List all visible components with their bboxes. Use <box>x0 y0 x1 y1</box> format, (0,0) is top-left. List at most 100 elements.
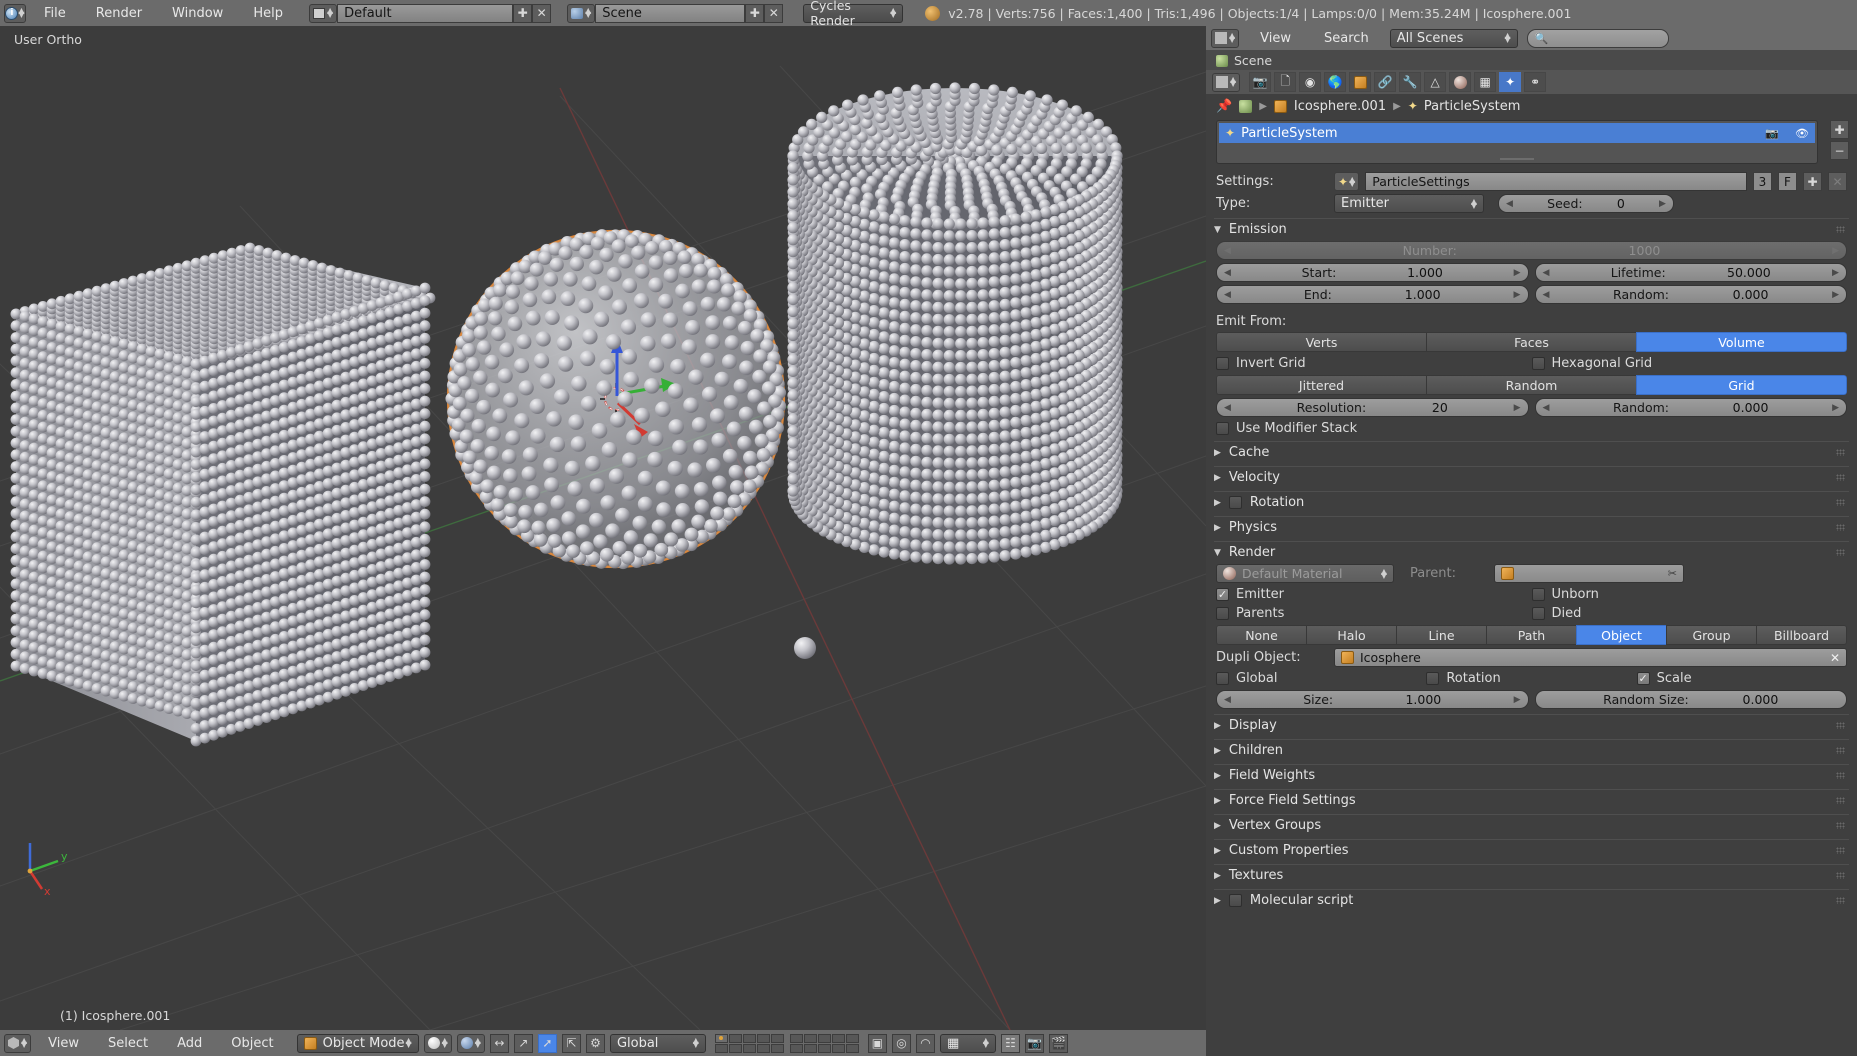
unlink-datablock-button[interactable]: ✕ <box>1828 172 1847 191</box>
eye-icon[interactable]: 👁 <box>1795 127 1809 140</box>
3d-viewport[interactable]: y x User Ortho (1) Icosphere.001 <box>0 26 1206 1030</box>
tab-physics[interactable]: ⚭ <box>1524 72 1547 92</box>
layer-cell[interactable] <box>714 1043 728 1053</box>
transform-orientation-select[interactable]: Global ▲ ▼ <box>609 1033 706 1053</box>
eyedropper-icon[interactable]: ✂ <box>1668 567 1677 580</box>
emission-random-field[interactable]: ◀ Random: 0.000 ▶ <box>1534 285 1847 304</box>
layer-cell[interactable] <box>770 1043 784 1053</box>
layer-cell[interactable] <box>756 1033 770 1043</box>
remove-particle-system-button[interactable]: − <box>1830 141 1849 160</box>
particle-system-list[interactable]: ✦ ParticleSystem 📷 👁 <box>1216 120 1818 164</box>
tab-world[interactable]: 🌎 <box>1324 72 1347 92</box>
layer-cell[interactable] <box>789 1033 803 1043</box>
layer-cell[interactable] <box>789 1043 803 1053</box>
menu-render[interactable]: Render <box>84 4 154 23</box>
proportional-edit-icon[interactable]: ◎ <box>891 1033 911 1053</box>
section-field-weights-header[interactable]: ▶ Field Weights <box>1214 764 1849 784</box>
layers-widget[interactable] <box>714 1033 859 1053</box>
layer-cell[interactable] <box>803 1043 817 1053</box>
layer-cell[interactable] <box>803 1033 817 1043</box>
tab-particles[interactable]: ✦ <box>1499 72 1522 92</box>
hexagonal-grid-option[interactable]: Hexagonal Grid <box>1531 356 1848 371</box>
layer-cell[interactable] <box>817 1043 831 1053</box>
unborn-option[interactable]: Unborn <box>1531 587 1848 602</box>
properties-icon[interactable]: ▲ ▼ <box>1212 72 1241 92</box>
outliner-tree[interactable]: Scene <box>1206 50 1857 72</box>
scale-manipulator-icon[interactable]: ⇱ <box>561 1033 581 1053</box>
use-modifier-stack-row[interactable]: Use Modifier Stack <box>1216 421 1847 436</box>
clapperboard-icon[interactable]: 🎬 <box>1048 1033 1068 1053</box>
camera-icon[interactable]: 📷 <box>1024 1033 1044 1053</box>
delete-scene-button[interactable]: ✕ <box>764 3 784 23</box>
use-modifier-stack-checkbox[interactable] <box>1216 422 1229 435</box>
tab-material[interactable] <box>1449 72 1472 92</box>
rotation-checkbox[interactable] <box>1426 672 1440 685</box>
render-as-object[interactable]: Object <box>1576 625 1666 645</box>
emitter-checkbox[interactable]: ✓ <box>1216 588 1229 601</box>
section-render-header[interactable]: ▼ Render <box>1214 541 1849 561</box>
invert-grid-option[interactable]: Invert Grid <box>1216 356 1532 371</box>
section-vertex-groups-header[interactable]: ▶ Vertex Groups <box>1214 814 1849 834</box>
emitter-option[interactable]: ✓ Emitter <box>1216 587 1532 602</box>
add-screen-layout-button[interactable]: ✚ <box>513 3 533 23</box>
snap-element-icon[interactable]: ◠ <box>915 1033 935 1053</box>
scene-icon[interactable]: ▲ ▼ <box>567 3 596 23</box>
tab-render[interactable]: 📷 <box>1249 72 1272 92</box>
unborn-checkbox[interactable] <box>1531 588 1545 601</box>
render-as-line[interactable]: Line <box>1396 625 1486 645</box>
scale-option[interactable]: ✓ Scale <box>1636 671 1847 686</box>
hexagonal-grid-checkbox[interactable] <box>1531 357 1545 370</box>
users-count-button[interactable]: 3 <box>1753 172 1772 191</box>
section-children-header[interactable]: ▶ Children <box>1214 739 1849 759</box>
tab-modifiers[interactable]: 🔧 <box>1399 72 1422 92</box>
random-size-field[interactable]: ◀ Random Size: 0.000 ▶ <box>1534 690 1847 709</box>
screen-layout-select[interactable]: Default <box>337 3 514 23</box>
outliner-menu-view[interactable]: View <box>1248 29 1303 48</box>
end-field[interactable]: ◀ End: 1.000 ▶ <box>1216 285 1529 304</box>
layer-group-first[interactable] <box>714 1033 784 1053</box>
layer-cell[interactable] <box>728 1043 742 1053</box>
manipulator-toggle-icon[interactable]: ↔ <box>489 1033 509 1053</box>
search-field[interactable] <box>1553 31 1661 45</box>
layer-group-second[interactable] <box>789 1033 859 1053</box>
render-engine-select[interactable]: Cycles Render ▲ ▼ <box>803 0 904 28</box>
global-option[interactable]: Global <box>1216 671 1426 686</box>
layer-cell[interactable] <box>714 1033 728 1043</box>
rotation-option[interactable]: Rotation <box>1426 671 1636 686</box>
parent-object-field[interactable]: ✂ <box>1494 564 1684 583</box>
invert-grid-checkbox[interactable] <box>1216 357 1229 370</box>
grid-random-field[interactable]: ◀ Random: 0.000 ▶ <box>1534 398 1847 417</box>
lifetime-field[interactable]: ◀ Lifetime: 50.000 ▶ <box>1534 263 1847 282</box>
layer-cell[interactable] <box>845 1043 859 1053</box>
tab-render-layers[interactable]: 🗋 <box>1274 72 1297 92</box>
molecular-script-checkbox[interactable] <box>1228 894 1242 907</box>
screen-layout-icon[interactable]: ▲ ▼ <box>308 3 338 23</box>
render-preview-icon[interactable]: ▣ <box>867 1033 887 1053</box>
layer-cell[interactable] <box>742 1043 756 1053</box>
particle-system-list-item[interactable]: ✦ ParticleSystem 📷 👁 <box>1219 123 1815 143</box>
outliner-menu-search[interactable]: Search <box>1312 29 1381 48</box>
layer-cell[interactable] <box>831 1043 845 1053</box>
tab-constraints[interactable]: 🔗 <box>1374 72 1397 92</box>
section-force-field-settings-header[interactable]: ▶ Force Field Settings <box>1214 789 1849 809</box>
new-datablock-button[interactable]: ✚ <box>1803 172 1822 191</box>
died-checkbox[interactable] <box>1531 607 1545 620</box>
section-custom-properties-header[interactable]: ▶ Custom Properties <box>1214 839 1849 859</box>
layer-cell[interactable] <box>770 1033 784 1043</box>
breadcrumb-particle-system[interactable]: ParticleSystem <box>1424 99 1521 114</box>
parents-option[interactable]: Parents <box>1216 606 1532 621</box>
3d-view-icon[interactable]: ▲ ▼ <box>4 1033 32 1053</box>
distribution-grid[interactable]: Grid <box>1636 375 1847 395</box>
viewport-menu-add[interactable]: Add <box>165 1034 214 1053</box>
add-particle-system-button[interactable]: ✚ <box>1830 120 1849 139</box>
layer-cell[interactable] <box>845 1033 859 1043</box>
magnet-icon[interactable]: ⚙ <box>585 1033 605 1053</box>
viewport-menu-select[interactable]: Select <box>96 1034 160 1053</box>
snap-target-select[interactable]: ▦ ▲ ▼ <box>939 1033 996 1053</box>
rotation-enable-checkbox[interactable] <box>1228 496 1242 509</box>
particle-type-select[interactable]: Emitter ▲ ▼ <box>1334 194 1484 213</box>
section-display-header[interactable]: ▶ Display <box>1214 714 1849 734</box>
resolution-field[interactable]: ◀ Resolution: 20 ▶ <box>1216 398 1529 417</box>
outliner-search-input[interactable]: 🔍 <box>1526 28 1669 48</box>
distribution-random[interactable]: Random <box>1426 375 1636 395</box>
